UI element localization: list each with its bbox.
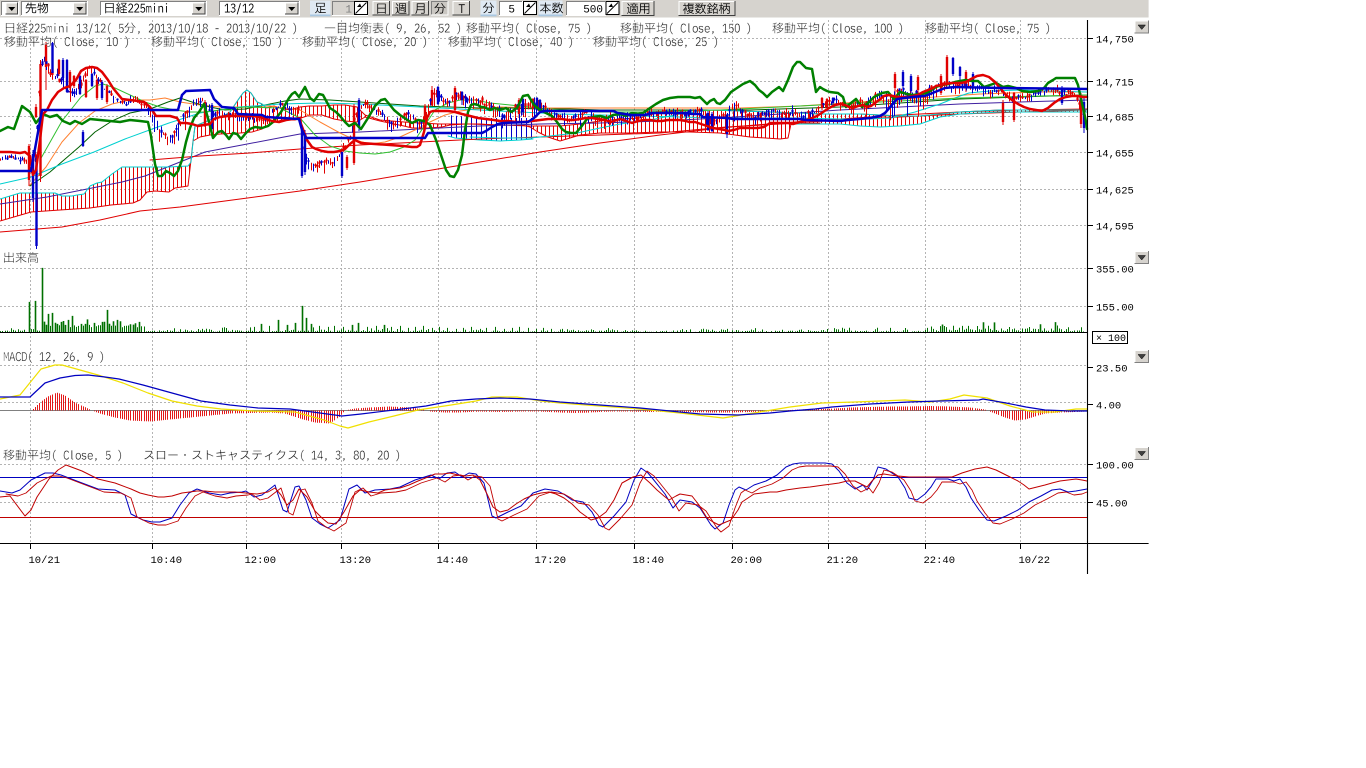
svg-text:155.00: 155.00 [1096,303,1134,315]
svg-text:14:40: 14:40 [437,555,469,567]
svg-text:1: 1 [345,5,352,17]
svg-text:10/22: 10/22 [1019,555,1051,567]
svg-text:14,625: 14,625 [1096,186,1134,198]
svg-text:13:20: 13:20 [340,555,372,567]
svg-text:100.00: 100.00 [1096,461,1134,473]
svg-text:18:40: 18:40 [633,555,665,567]
svg-text:× 100: × 100 [1096,334,1126,345]
svg-text:23.50: 23.50 [1096,364,1128,376]
svg-text:14,715: 14,715 [1096,78,1134,90]
svg-text:14,750: 14,750 [1096,35,1134,47]
svg-text:10:40: 10:40 [151,555,183,567]
svg-text:45.00: 45.00 [1096,499,1128,511]
svg-text:21:20: 21:20 [827,555,859,567]
svg-text:14,655: 14,655 [1096,149,1134,161]
svg-text:14,685: 14,685 [1096,113,1134,125]
svg-text:500: 500 [583,5,603,17]
svg-text:12:00: 12:00 [245,555,277,567]
svg-text:5: 5 [508,5,515,17]
svg-text:355.00: 355.00 [1096,265,1134,277]
svg-text:10/21: 10/21 [29,555,61,567]
svg-text:20:00: 20:00 [731,555,763,567]
svg-text:14,595: 14,595 [1096,222,1134,234]
svg-text:22:40: 22:40 [924,555,956,567]
svg-text:4.00: 4.00 [1096,401,1121,413]
svg-text:17:20: 17:20 [535,555,567,567]
